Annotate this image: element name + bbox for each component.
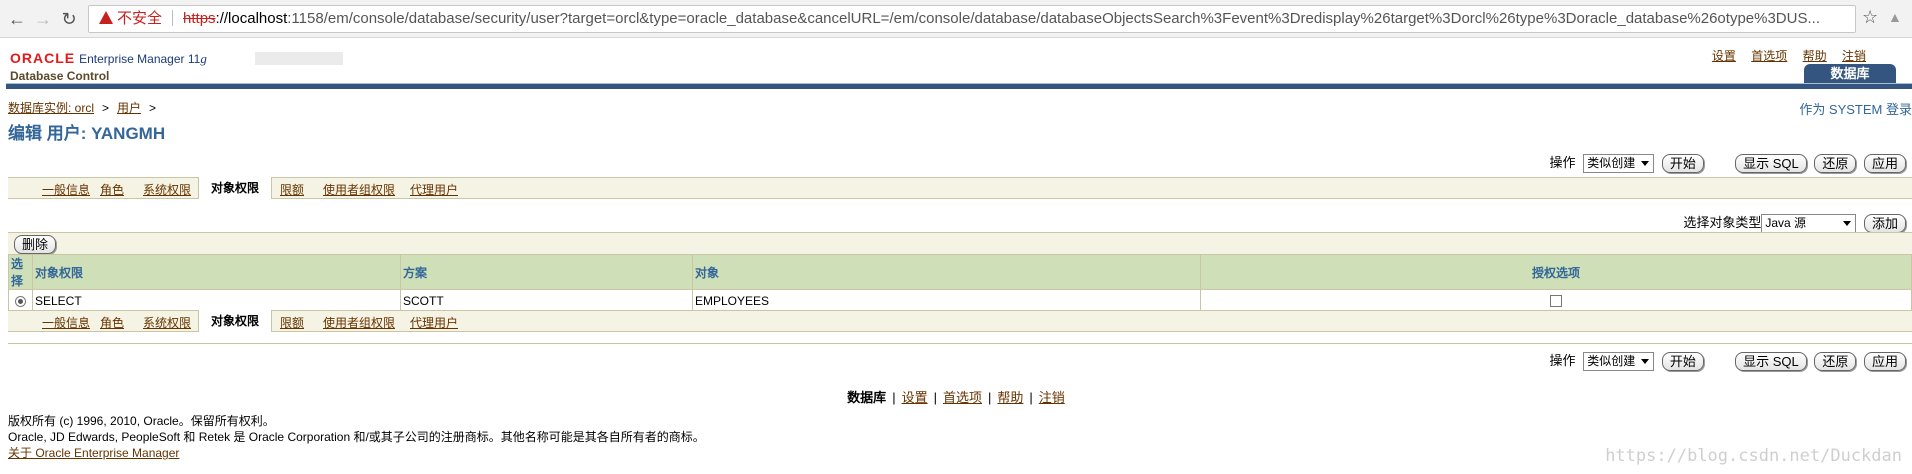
actions-label: 操作 [1549,155,1576,170]
col-select: 选择 [8,254,33,290]
watermark: https://blog.csdn.net/Duckdan [1605,446,1902,466]
apply-button[interactable]: 应用 [1863,154,1906,174]
action-bar-top: 操作 类似创建 开始 显示 SQL 还原 应用 [1550,152,1906,174]
global-link-logout[interactable]: 注销 [1842,49,1866,63]
footer-link-logout[interactable]: 注销 [1039,390,1065,405]
cell-object: EMPLOYEES [692,289,1201,312]
actions-select-bottom[interactable]: 类似创建 [1583,352,1655,372]
extension-icon[interactable]: ▲ [1888,9,1902,25]
col-privilege: 对象权限 [32,254,401,290]
tab-database[interactable]: 数据库 [1804,64,1896,84]
table-row: SELECT SCOTT EMPLOYEES [8,289,1912,312]
tab-quotas-bottom[interactable]: 限额 [280,314,304,331]
col-schema: 方案 [400,254,693,290]
object-privileges-table: 选择 对象权限 方案 对象 授权选项 SELECT SCOTT EMPLOYEE… [8,254,1912,312]
object-type-selector: 选择对象类型 Java 源 添加 [1683,212,1906,234]
browser-toolbar: ← → ↻ 不安全 https://localhost:1158/em/conso… [0,0,1912,38]
tab-system-privileges-bottom[interactable]: 系统权限 [143,314,191,331]
subtab-bar-top: 一般信息 角色 系统权限 对象权限 限额 使用者组权限 代理用户 [8,177,1912,199]
address-bar[interactable]: 不安全 https://localhost:1158/em/console/dat… [88,5,1856,33]
product-name: Enterprise Manager 11g [79,51,207,66]
tab-consumer-group-privileges[interactable]: 使用者组权限 [323,181,395,198]
chevron-down-icon [1641,359,1650,365]
tab-object-privileges-bottom[interactable]: 对象权限 [198,310,273,332]
table-header-row: 选择 对象权限 方案 对象 授权选项 [8,254,1912,290]
apply-button-bottom[interactable]: 应用 [1863,352,1906,372]
reload-icon[interactable]: ↻ [58,8,80,30]
url-host: ://localhost [215,10,288,27]
go-button[interactable]: 开始 [1661,154,1704,174]
tab-roles[interactable]: 角色 [100,181,124,198]
url-scheme: https [183,10,216,27]
show-sql-button[interactable]: 显示 SQL [1735,154,1807,174]
divider [8,343,1912,344]
breadcrumb-users[interactable]: 用户 [117,101,141,115]
go-button-bottom[interactable]: 开始 [1661,352,1704,372]
header-bar [6,83,1912,89]
security-warning[interactable]: 不安全 [99,6,162,32]
tab-object-privileges[interactable]: 对象权限 [198,177,273,199]
breadcrumb-instance[interactable]: 数据库实例: orcl [8,101,94,115]
table-toolbar: 删除 [8,232,1912,254]
bookmark-star-icon[interactable]: ☆ [1862,7,1878,28]
grant-option-checkbox[interactable] [1550,295,1562,308]
address-separator [172,10,174,26]
global-link-settings[interactable]: 设置 [1712,49,1736,63]
oracle-logo: ORACLE [10,50,76,66]
global-links: 设置 首选项 帮助 注销 [1700,47,1866,64]
chevron-down-icon [1843,221,1852,227]
show-sql-button-bottom[interactable]: 显示 SQL [1735,352,1807,372]
footer-current-database: 数据库 [847,390,887,405]
revert-button-bottom[interactable]: 还原 [1814,352,1857,372]
footer-links: 数据库 | 设置 | 首选项 | 帮助 | 注销 [847,390,1065,405]
global-link-help[interactable]: 帮助 [1803,49,1827,63]
delete-button[interactable]: 删除 [14,235,57,254]
page-title: 编辑 用户: YANGMH [8,124,166,143]
product-subtitle: Database Control [10,69,110,83]
tab-general[interactable]: 一般信息 [42,181,90,198]
col-object: 对象 [692,254,1201,290]
action-bar-bottom: 操作 类似创建 开始 显示 SQL 还原 应用 [1550,350,1906,372]
revert-button[interactable]: 还原 [1814,154,1857,174]
redacted-area [255,52,343,65]
footer-link-help[interactable]: 帮助 [997,390,1023,405]
forward-arrow-icon[interactable]: → [32,8,54,30]
copyright: 版权所有 (c) 1996, 2010, Oracle。保留所有权利。 Orac… [8,413,705,461]
object-type-select[interactable]: Java 源 [1761,214,1857,234]
tab-roles-bottom[interactable]: 角色 [100,314,124,331]
subtab-bar-bottom: 一般信息 角色 系统权限 对象权限 限额 使用者组权限 代理用户 [8,310,1912,332]
warning-icon [99,11,113,24]
login-as-text: 作为 SYSTEM 登录 [1799,102,1912,117]
tab-quotas[interactable]: 限额 [280,181,304,198]
footer-link-settings[interactable]: 设置 [902,390,928,405]
tab-proxy-users-bottom[interactable]: 代理用户 [410,314,458,331]
back-arrow-icon[interactable]: ← [6,8,28,30]
breadcrumb: 数据库实例: orcl > 用户 > [8,101,157,115]
copyright-line-2: Oracle, JD Edwards, PeopleSoft 和 Retek 是… [8,430,705,444]
row-select-radio[interactable] [15,295,26,307]
footer-link-preferences[interactable]: 首选项 [943,390,982,405]
chevron-down-icon [1641,161,1650,167]
tab-consumer-group-privileges-bottom[interactable]: 使用者组权限 [323,314,395,331]
actions-select[interactable]: 类似创建 [1583,154,1655,174]
tab-general-bottom[interactable]: 一般信息 [42,314,90,331]
cell-privilege: SELECT [32,289,401,312]
oracle-branding: ORACLE Enterprise Manager 11g Database Co… [10,50,207,83]
cell-schema: SCOTT [400,289,693,312]
actions-label-bottom: 操作 [1549,353,1576,368]
tab-proxy-users[interactable]: 代理用户 [410,181,458,198]
global-link-preferences[interactable]: 首选项 [1751,49,1787,63]
url-path: :1158/em/console/database/security/user?… [287,10,1820,27]
copyright-line-1: 版权所有 (c) 1996, 2010, Oracle。保留所有权利。 [8,414,275,428]
object-type-label: 选择对象类型 [1683,215,1762,230]
about-link[interactable]: 关于 Oracle Enterprise Manager [8,446,179,460]
add-button[interactable]: 添加 [1863,214,1906,234]
col-grant-option: 授权选项 [1200,254,1912,290]
tab-system-privileges[interactable]: 系统权限 [143,181,191,198]
